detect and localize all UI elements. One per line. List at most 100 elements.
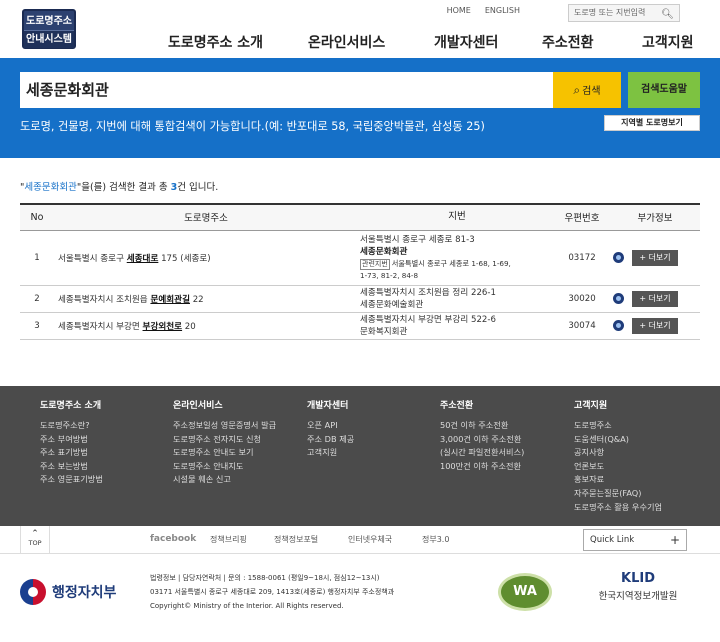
internet-post-link[interactable]: 인터넷우체국 <box>348 534 422 545</box>
row-no: 3 <box>20 312 54 340</box>
footer-link[interactable]: 오픈 API <box>307 419 354 433</box>
footer-link[interactable]: 고객지원 <box>307 446 354 460</box>
building-name: 문화복지회관 <box>360 326 408 337</box>
more-button[interactable]: + 더보기 <box>632 249 678 266</box>
footer-link[interactable]: 홍보자료 <box>574 473 662 487</box>
facebook-link[interactable]: facebook <box>150 534 210 545</box>
summary-mid: "을(를) 검색한 결과 총 <box>76 182 171 193</box>
home-link[interactable]: HOME <box>447 6 471 15</box>
building-name: 세종문화예술회관 <box>360 299 424 310</box>
plus-icon: + <box>669 533 680 547</box>
footer-link[interactable]: 주소 보는방법 <box>40 460 103 474</box>
map-pin-icon[interactable] <box>613 293 624 304</box>
footer-link[interactable]: 도움센터(Q&A) <box>574 433 662 447</box>
main-nav: 도로명주소 소개 온라인서비스 개발자센터 주소전환 고객지원 <box>168 32 702 52</box>
footer-link[interactable]: 도로명주소 안내지도 <box>173 460 276 474</box>
jibun-address: 세종특별자치시 부강면 부강리 522-6 문화복지회관 <box>354 312 554 340</box>
footer-link[interactable]: (실시간 파일전환서비스) <box>440 446 524 460</box>
footer-link[interactable]: 주소정보일성 영문증명서 발급 <box>173 419 276 433</box>
footer-col-title[interactable]: 주소전환 <box>440 398 524 411</box>
table-header-row: No 도로명주소 지번 우편번호 부가정보 <box>20 203 700 231</box>
road-street-link[interactable]: 세종대로 <box>127 254 159 264</box>
footer-sitemap: 도로명주소 소개 도로명주소란? 주소 부여방법 주소 표기방법 주소 보는방법… <box>0 386 720 526</box>
footer-link[interactable]: 도로명주소 <box>574 419 662 433</box>
col-no: No <box>20 203 54 231</box>
road-suffix: 22 <box>189 294 204 305</box>
nav-item-online[interactable]: 온라인서비스 <box>308 32 434 52</box>
more-button[interactable]: + 더보기 <box>632 290 678 307</box>
more-button[interactable]: + 더보기 <box>632 317 678 334</box>
site-logo[interactable]: 도로명주소 안내시스템 <box>22 9 76 49</box>
regional-road-map-button[interactable]: 지역별 도로명보기 <box>604 115 700 131</box>
table-row: 1 서울특별시 종로구 세종대로 175 (세종로) 서울특별시 종로구 세종로… <box>20 230 700 286</box>
footer-col-title[interactable]: 도로명주소 소개 <box>40 398 103 411</box>
ministry-logo[interactable]: 행정자치부 <box>20 579 116 605</box>
related-jibun-tag: 관련지번 <box>360 258 390 270</box>
footer-link[interactable]: 도로명주소란? <box>40 419 103 433</box>
footer-col-title[interactable]: 개발자센터 <box>307 398 354 411</box>
page: 도로명주소 안내시스템 HOME ENGLISH 도로명 또는 지번입력 🔍︎ … <box>0 0 720 642</box>
search-button[interactable]: ⌕ 검색 <box>553 72 621 108</box>
scroll-top-button[interactable]: ⌃ TOP <box>20 526 50 554</box>
nav-item-intro[interactable]: 도로명주소 소개 <box>168 32 308 52</box>
extra-info: + 더보기 <box>610 285 700 313</box>
related-jibun-line1: 서울특별시 종로구 세종로 1-68, 1-69, <box>391 258 511 268</box>
english-link[interactable]: ENGLISH <box>485 6 520 15</box>
policy-portal-link[interactable]: 정책정보포털 <box>274 534 348 545</box>
search-help-button[interactable]: 검색도움말 <box>628 72 700 108</box>
policy-briefing-link[interactable]: 정책브리핑 <box>210 534 274 545</box>
footer-link[interactable]: 도로명주소 안내도 보기 <box>173 446 276 460</box>
footer-link[interactable]: 자주묻는질문(FAQ) <box>574 487 662 501</box>
footer-link[interactable]: 시설물 훼손 신고 <box>173 473 276 487</box>
footer-col-online: 온라인서비스 주소정보일성 영문증명서 발급 도로명주소 전자지도 신청 도로명… <box>173 398 276 487</box>
road-street-link[interactable]: 부강외천로 <box>143 322 183 332</box>
klid-logo[interactable]: KLID 한국지역정보개발원 <box>590 571 686 602</box>
utility-links: HOME ENGLISH <box>447 6 520 15</box>
jibun-line: 서울특별시 종로구 세종로 81-3 <box>360 234 475 245</box>
footer-col-title[interactable]: 고객지원 <box>574 398 662 411</box>
footer-link[interactable]: 100만건 이하 주소전환 <box>440 460 524 474</box>
road-suffix: 175 (세종로) <box>158 253 211 264</box>
footer-link[interactable]: 주소 표기방법 <box>40 446 103 460</box>
logo-line1: 도로명주소 <box>26 16 72 27</box>
footer-link[interactable]: 주소 DB 제공 <box>307 433 354 447</box>
table-row: 2 세종특별자치시 조치원읍 문예회관길 22 세종특별자치시 조치원읍 정리 … <box>20 285 700 313</box>
quick-search-input[interactable]: 도로명 또는 지번입력 🔍︎ <box>568 4 680 22</box>
footer-link[interactable]: 주소 영문표기방법 <box>40 473 103 487</box>
footer-link[interactable]: 50건 이하 주소전환 <box>440 419 524 433</box>
footer-link[interactable]: 주소 부여방법 <box>40 433 103 447</box>
nav-item-convert[interactable]: 주소전환 <box>542 32 642 52</box>
row-no: 1 <box>20 230 54 286</box>
jibun-address: 세종특별자치시 조치원읍 정리 226-1 세종문화예술회관 <box>354 285 554 313</box>
extra-info: + 더보기 <box>610 230 700 286</box>
contact-line1: 법령정보 | 담당자연락처 | 문의 : 1588-0061 (평일9~18시,… <box>150 574 380 582</box>
map-pin-icon[interactable] <box>613 320 624 331</box>
footer-col-title[interactable]: 온라인서비스 <box>173 398 276 411</box>
road-address: 세종특별자치시 조치원읍 문예회관길 22 <box>54 285 354 313</box>
footer-link[interactable]: 3,000건 이하 주소전환 <box>440 433 524 447</box>
summary-suffix: 건 입니다. <box>177 182 219 193</box>
col-zipcode: 우편번호 <box>554 203 610 231</box>
search-icon[interactable]: 🔍︎ <box>661 7 674 23</box>
footer-col-support: 고객지원 도로명주소 도움센터(Q&A) 공지사항 언론보도 홍보자료 자주묻는… <box>574 398 662 514</box>
road-address: 서울특별시 종로구 세종대로 175 (세종로) <box>54 230 354 286</box>
klid-logo-mark: KLID <box>621 571 655 586</box>
nav-item-support[interactable]: 고객지원 <box>642 32 702 52</box>
footer-link[interactable]: 공지사항 <box>574 446 662 460</box>
footer-link[interactable]: 도로명주소 활용 우수기업 <box>574 501 662 515</box>
quick-link-select[interactable]: Quick Link + <box>583 529 687 551</box>
map-pin-icon[interactable] <box>613 252 624 263</box>
quick-link-label: Quick Link <box>590 535 635 545</box>
web-accessibility-mark: WA <box>498 573 552 611</box>
copyright-area: 행정자치부 법령정보 | 담당자연락처 | 문의 : 1588-0061 (평일… <box>0 555 720 642</box>
search-input[interactable]: 세종문화회관 <box>20 72 553 108</box>
road-suffix: 20 <box>182 321 196 332</box>
zipcode: 03172 <box>554 230 610 286</box>
contact-info: 법령정보 | 담당자연락처 | 문의 : 1588-0061 (평일9~18시,… <box>150 571 394 613</box>
gov30-link[interactable]: 정부3.0 <box>422 534 449 545</box>
footer-col-developer: 개발자센터 오픈 API 주소 DB 제공 고객지원 <box>307 398 354 460</box>
nav-item-developer[interactable]: 개발자센터 <box>434 32 542 52</box>
road-street-link[interactable]: 문예회관길 <box>150 295 190 305</box>
footer-link[interactable]: 언론보도 <box>574 460 662 474</box>
footer-link[interactable]: 도로명주소 전자지도 신청 <box>173 433 276 447</box>
